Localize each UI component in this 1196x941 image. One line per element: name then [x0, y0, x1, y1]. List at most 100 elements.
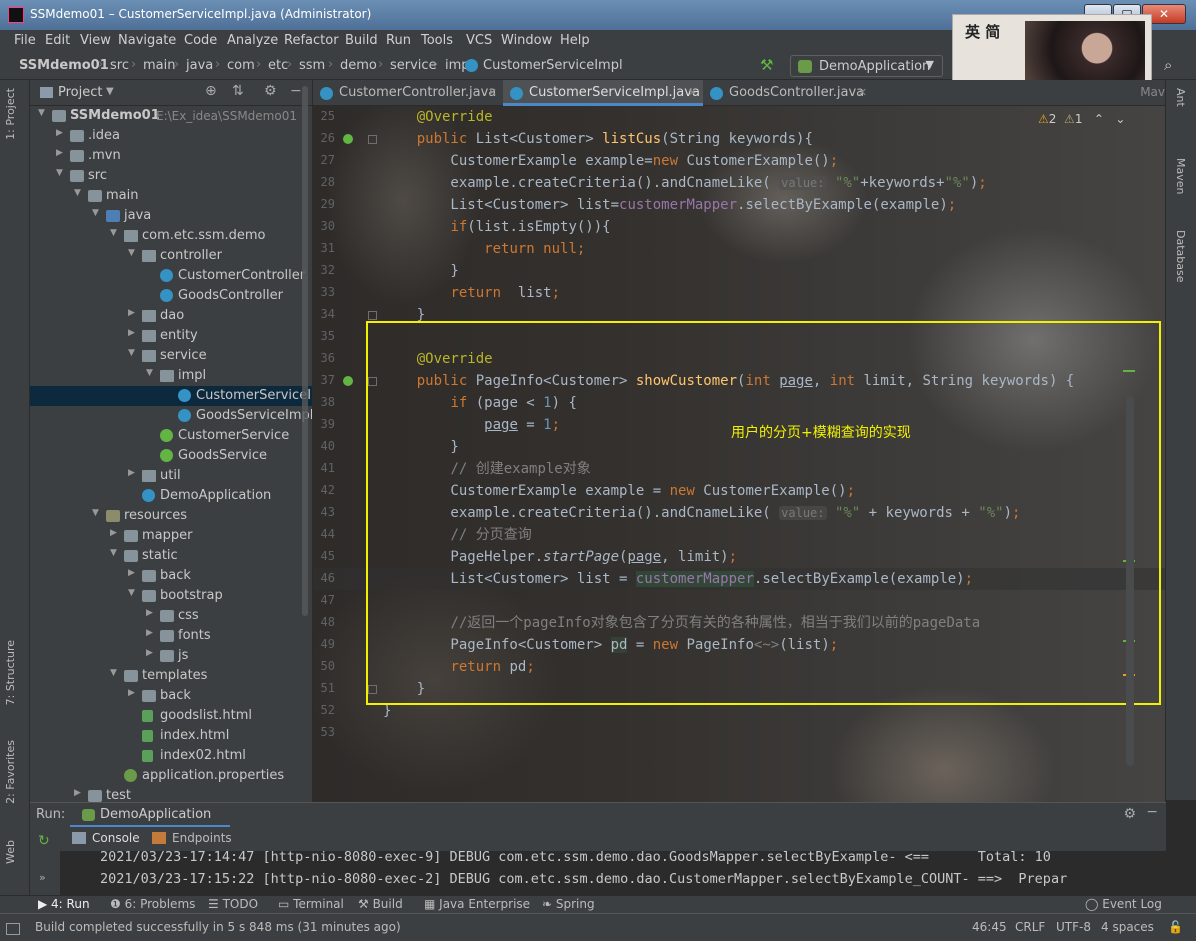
file-encoding[interactable]: UTF-8 — [1056, 920, 1091, 934]
gear-icon[interactable]: ⚙ — [1123, 806, 1136, 822]
line-number[interactable]: 41 — [313, 461, 335, 475]
line-number[interactable]: 33 — [313, 285, 335, 299]
gear-icon[interactable]: ⚙ — [264, 83, 277, 99]
editor-tab[interactable]: CustomerServiceImpl.java ✕ — [503, 80, 703, 106]
breadcrumb-item[interactable]: src — [110, 58, 129, 73]
tree-item[interactable]: ▼ bootstrap — [30, 586, 312, 606]
tree-item[interactable]: index.html — [30, 726, 312, 746]
line-number[interactable]: 31 — [313, 241, 335, 255]
chevron-down-icon[interactable]: ▼ — [56, 168, 68, 178]
status-message[interactable]: Build completed successfully in 5 s 848 … — [35, 920, 401, 934]
editor-tab[interactable]: GoodsController.java ✕ — [703, 80, 873, 106]
chevron-right-icon[interactable]: ▶ — [128, 328, 140, 338]
tree-item[interactable]: ▶ test — [30, 786, 312, 802]
locate-icon[interactable]: ⊕ — [205, 83, 217, 99]
tab-endpoints[interactable]: Endpoints — [152, 831, 232, 845]
tree-item[interactable]: ▼ controller — [30, 246, 312, 266]
tree-item[interactable]: ▼ resources — [30, 506, 312, 526]
line-number[interactable]: 25 — [313, 109, 335, 123]
menu-code[interactable]: Code — [184, 33, 217, 48]
tool-tab-database[interactable]: Database — [1174, 230, 1187, 283]
line-number[interactable]: 29 — [313, 197, 335, 211]
breadcrumb-item[interactable]: service — [390, 58, 437, 73]
chevron-right-icon[interactable]: ▶ — [146, 628, 158, 638]
project-panel-title[interactable]: Project — [58, 85, 102, 100]
close-tab-icon[interactable]: ✕ — [488, 80, 497, 106]
chevron-down-icon[interactable]: ▼ — [110, 668, 122, 678]
previous-highlight-icon[interactable]: ⌃ — [1094, 112, 1104, 126]
editor-scrollbar[interactable] — [1126, 396, 1134, 766]
chevron-down-icon[interactable]: ▼ — [38, 108, 50, 118]
tool-tab-run[interactable]: ▶ 4: Run — [38, 897, 90, 911]
breadcrumb-item[interactable]: ssm — [299, 58, 325, 73]
tab-console[interactable]: Console — [72, 831, 140, 845]
next-highlight-icon[interactable]: ⌄ — [1115, 112, 1125, 126]
tree-item[interactable]: ▶ .idea — [30, 126, 312, 146]
tree-item[interactable]: ▼ static — [30, 546, 312, 566]
tool-tab-java-enterprise[interactable]: ▦ Java Enterprise — [424, 897, 530, 911]
tree-item[interactable]: ▼ java — [30, 206, 312, 226]
line-number[interactable]: 28 — [313, 175, 335, 189]
run-app-tab[interactable]: DemoApplication — [100, 807, 211, 822]
chevron-right-icon[interactable]: ▶ — [74, 788, 86, 798]
project-scrollbar[interactable] — [302, 86, 308, 616]
tool-tab-todo[interactable]: ☰ TODO — [208, 897, 258, 911]
menu-run[interactable]: Run — [386, 33, 411, 48]
chevron-down-icon[interactable]: ▼ — [128, 588, 140, 598]
chevron-right-icon[interactable]: ▶ — [128, 688, 140, 698]
chevron-down-icon[interactable]: ▼ — [74, 188, 86, 198]
minimize-panel-icon[interactable]: − — [1146, 804, 1158, 820]
tree-item[interactable]: CustomerServiceImpl — [30, 386, 312, 406]
tree-item[interactable]: index02.html — [30, 746, 312, 766]
breadcrumb-item[interactable]: main — [143, 58, 175, 73]
implements-method-icon[interactable] — [343, 376, 353, 386]
chevron-right-icon[interactable]: ▶ — [128, 568, 140, 578]
tree-item[interactable]: application.properties — [30, 766, 312, 786]
tree-item[interactable]: GoodsServiceImpl — [30, 406, 312, 426]
chevron-right-icon[interactable]: ▶ — [146, 608, 158, 618]
chevron-down-icon[interactable]: ▼ — [146, 368, 158, 378]
run-configuration-select[interactable]: DemoApplication ▼ — [790, 55, 943, 77]
minimize-panel-icon[interactable]: − — [290, 83, 302, 99]
chevron-down-icon[interactable]: ▼ — [92, 208, 104, 218]
collapse-all-icon[interactable]: ⇅ — [232, 83, 244, 99]
breadcrumb-item[interactable]: java — [186, 58, 213, 73]
menu-help[interactable]: Help — [560, 33, 590, 48]
tree-item[interactable]: ▶ fonts — [30, 626, 312, 646]
tree-item[interactable]: CustomerController — [30, 266, 312, 286]
indent-setting[interactable]: 4 spaces — [1101, 920, 1154, 934]
fold-icon[interactable] — [368, 311, 377, 320]
chevron-down-icon[interactable]: ▼ — [110, 228, 122, 238]
tree-item[interactable]: GoodsController — [30, 286, 312, 306]
menu-view[interactable]: View — [80, 33, 111, 48]
tree-item[interactable]: ▼ templates — [30, 666, 312, 686]
event-log-button[interactable]: ◯ Event Log — [1085, 897, 1162, 911]
close-tab-icon[interactable]: ✕ — [858, 80, 867, 106]
tree-item[interactable]: ▶ js — [30, 646, 312, 666]
chevron-right-icon[interactable]: ▶ — [56, 128, 68, 138]
tool-tab-project[interactable]: 1: Project — [4, 88, 17, 140]
line-number[interactable]: 37 — [313, 373, 335, 387]
chevron-right-icon[interactable]: ▶ — [128, 308, 140, 318]
line-number[interactable]: 48 — [313, 615, 335, 629]
more-actions-icon[interactable]: » — [39, 871, 46, 884]
line-number[interactable]: 36 — [313, 351, 335, 365]
tree-item[interactable]: ▶ css — [30, 606, 312, 626]
rerun-icon[interactable]: ↻ — [38, 833, 50, 849]
chevron-down-icon[interactable]: ▼ — [92, 508, 104, 518]
tree-item[interactable]: ▼ src — [30, 166, 312, 186]
tree-item[interactable]: ▼ SSMdemo01 E:\Ex_idea\SSMdemo01 — [30, 106, 312, 126]
tool-tab-ant[interactable]: Ant — [1174, 88, 1187, 107]
tool-tab-problems[interactable]: ❶ 6: Problems — [110, 897, 195, 911]
tree-item[interactable]: GoodsService — [30, 446, 312, 466]
line-number[interactable]: 43 — [313, 505, 335, 519]
tool-tab-build[interactable]: ⚒ Build — [358, 897, 403, 911]
line-number[interactable]: 26 — [313, 131, 335, 145]
tool-tab-web[interactable]: Web — [4, 840, 17, 864]
tree-item[interactable]: ▶ mapper — [30, 526, 312, 546]
tool-tab-spring[interactable]: ❧ Spring — [542, 897, 595, 911]
chevron-right-icon[interactable]: ▶ — [110, 528, 122, 538]
inspection-widget[interactable]: ⚠2 ⚠1 ⌃ ⌄ — [1038, 112, 1125, 126]
line-number[interactable]: 32 — [313, 263, 335, 277]
line-number[interactable]: 34 — [313, 307, 335, 321]
